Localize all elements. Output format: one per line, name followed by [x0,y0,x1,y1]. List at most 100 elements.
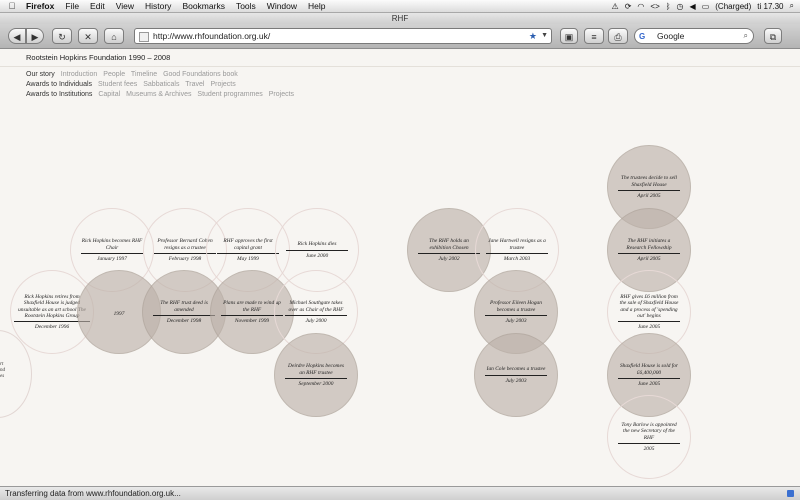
nav-link-student-fees[interactable]: Student fees [98,81,137,88]
print-icon: ⎙ [614,32,622,42]
url-dropdown-icon[interactable]: ▼ [541,29,548,43]
wifi-icon[interactable]: ◠ [637,2,644,11]
url-bar[interactable]: http://www.rhfoundation.org.uk/ ★ ▼ [134,28,552,44]
loading-indicator-icon [787,490,794,497]
event-text: The RHF holds an exhibition Chosen [417,238,481,254]
event-date: June 2005 [637,324,661,331]
battery-icon[interactable]: ▭ [702,2,710,11]
menu-extras: ⚠ ⟳ ◠ <> ᛒ ◷ ◀ ▭ (Charged) ti 17.30 ⌕ [612,0,794,12]
event-text: Michael Southgate takes over as Chair of… [284,300,348,316]
event-date: June 2000 [305,252,329,259]
event-text: Jane Hartwell resigns as a trustee [485,238,549,254]
print-button[interactable]: ⎙ [608,28,628,44]
event-date: May 1999 [237,255,259,262]
nav-link-people[interactable]: People [103,71,125,78]
nav-link-museums-archives[interactable]: Museums & Archives [126,91,191,98]
warning-icon[interactable]: ⚠ [612,2,619,11]
nav-head-awards-individuals[interactable]: Awards to Individuals [26,81,92,88]
nav-row-institutions: Awards to Institutions Capital Museums &… [26,91,298,98]
forward-button[interactable]: ▶ [26,28,44,44]
nav-row-individuals: Awards to Individuals Student fees Sabba… [26,81,240,88]
camera-icon: ▣ [564,32,574,42]
timeline-bubble[interactable]: Tony Barlow is appointed the new Secreta… [607,395,691,479]
forward-arrow-icon: ▶ [31,32,39,42]
window-title: RHF [391,14,409,23]
menu-firefox[interactable]: Firefox [26,1,54,11]
nav-link-sabbaticals[interactable]: Sabbaticals [143,81,179,88]
event-date: December 1998 [166,317,202,324]
mac-menu-bar:  Firefox File Edit View History Bookmar… [0,0,800,13]
nav-link-introduction[interactable]: Introduction [61,71,98,78]
volume-icon[interactable]: ◀ [690,2,696,11]
event-text: Ian Cole becomes a trustee [484,366,548,376]
status-text: Transferring data from www.rhfoundation.… [5,489,181,498]
event-text: Deirdre Hopkins becomes an RHF trustee [284,363,348,379]
time-machine-icon[interactable]: ◷ [677,2,684,11]
menu-edit[interactable]: Edit [90,1,105,11]
browser-toolbar: ◀ ▶ ↻ ✕ ⌂ http://www.rhfoundation.org.uk… [0,24,800,49]
stop-button[interactable]: ✕ [78,28,98,44]
event-date: January 1997 [97,255,127,262]
screenshot-button[interactable]: ▣ [560,28,578,44]
code-icon[interactable]: <> [650,2,659,11]
site-title[interactable]: Rootstein Hopkins Foundation 1990 – 2008 [26,53,170,62]
search-input[interactable]: G Google ⌕ [634,28,754,44]
nav-link-timeline[interactable]: Timeline [131,71,157,78]
resize-icon: ⧉ [769,32,777,42]
reload-button[interactable]: ↻ [52,28,72,44]
spotlight-icon[interactable]: ⌕ [790,1,794,11]
home-button[interactable]: ⌂ [104,28,124,44]
event-text: Professor Eileen Hogan becomes a trustee [484,300,548,316]
menu-help[interactable]: Help [308,1,325,11]
event-text [88,307,150,309]
menu-view[interactable]: View [116,1,134,11]
menu-file[interactable]: File [65,1,79,11]
event-date: July 2002 [438,255,460,262]
clock[interactable]: ti 17.30 [757,2,783,11]
event-date: 1997 [113,311,125,317]
menu-window[interactable]: Window [267,1,297,11]
favicon-icon [139,32,149,42]
nav-link-capital[interactable]: Capital [98,91,120,98]
timeline-bubble[interactable]: Deirdre Hopkins becomes an RHF trustee Se… [274,333,358,417]
event-text: The trustees decide to sell Shaxfield Ho… [617,175,681,191]
event-text: RHF approves the first capital grant [216,238,280,254]
event-text: Tony Barlow is appointed the new Secreta… [617,422,681,444]
nav-row-our-story: Our story Introduction People Timeline G… [26,71,242,78]
menu-history[interactable]: History [145,1,171,11]
nav-head-awards-institutions[interactable]: Awards to Institutions [26,91,92,98]
search-icon[interactable]: ⌕ [744,29,748,43]
event-text: RHF gives £6 million from the sale of Sh… [617,294,681,323]
home-icon: ⌂ [111,32,117,42]
bookmark-star-icon[interactable]: ★ [529,29,537,43]
event-date: 2005 [643,445,655,452]
url-text: http://www.rhfoundation.org.uk/ [153,31,271,41]
event-text: Rick Hopkins becomes RHF Chair [80,238,144,254]
back-button[interactable]: ◀ [8,28,26,44]
nav-link-student-programmes[interactable]: Student programmes [197,91,262,98]
tray-button[interactable]: ≡ [584,28,604,44]
google-search-engine-icon[interactable]: G [639,30,645,44]
event-text: The RHF initiates a Research Fellowship [617,238,681,254]
tray-icon: ≡ [591,32,597,42]
menu-tools[interactable]: Tools [236,1,256,11]
event-text: Shaxfield House is sold for £6,400,000 [617,363,681,379]
event-date: April 2005 [637,192,661,199]
header-divider [0,66,800,67]
menu-bookmarks[interactable]: Bookmarks [182,1,225,11]
sync-icon[interactable]: ⟳ [625,2,632,11]
event-date: April 2005 [637,255,661,262]
event-date: July 2003 [505,377,527,384]
timeline-bubble[interactable]: Ian Cole becomes a trustee July 2003 [474,333,558,417]
nav-link-projects-individuals[interactable]: Projects [210,81,235,88]
nav-link-good-foundations-book[interactable]: Good Foundations book [163,71,238,78]
nav-head-our-story[interactable]: Our story [26,71,55,78]
apple-menu-icon[interactable]:  [6,1,18,11]
stop-icon: ✕ [84,32,92,42]
window-title-bar: RHF [0,13,800,24]
bluetooth-icon[interactable]: ᛒ [666,2,671,11]
nav-link-projects-institutions[interactable]: Projects [269,91,294,98]
nav-link-travel[interactable]: Travel [185,81,204,88]
reload-icon: ↻ [58,32,66,42]
window-resize-button[interactable]: ⧉ [764,28,782,44]
